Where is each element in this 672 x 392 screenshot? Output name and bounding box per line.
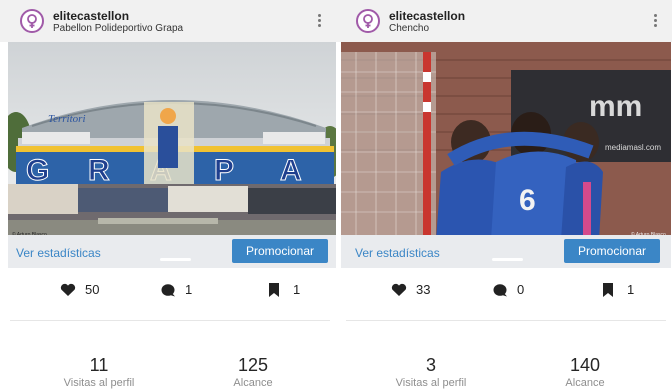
- drag-handle[interactable]: [160, 258, 191, 261]
- saves-count: 1: [268, 282, 300, 297]
- divider: [346, 320, 666, 321]
- view-stats-link[interactable]: Ver estadísticas: [16, 246, 101, 260]
- likes-count: 33: [391, 282, 430, 297]
- profile-visits-label: Visitas al perfil: [395, 377, 467, 389]
- graffiti-letter: R: [88, 154, 110, 187]
- kebab-menu-icon[interactable]: [654, 14, 658, 30]
- engagement-row: 50 1 1: [0, 282, 336, 306]
- reach-metric: 140 Alcance: [530, 354, 640, 390]
- post-photo[interactable]: mm mediamasl.com 6 © Arturo Blasco: [341, 42, 671, 240]
- comments-count: 1: [160, 282, 192, 297]
- graffiti-letter: G: [26, 154, 49, 187]
- post-header: elitecastellon Pabellon Polideportivo Gr…: [0, 0, 336, 42]
- bookmark-icon: [268, 282, 284, 297]
- saves-value: 1: [627, 282, 635, 297]
- post-header: elitecastellon Chencho: [336, 0, 672, 42]
- saves-count: 1: [602, 282, 634, 297]
- jersey-number: 6: [519, 184, 536, 217]
- likes-value: 50: [85, 282, 100, 297]
- comment-bubble-icon: [160, 283, 176, 297]
- post-photo[interactable]: G R A P A Territori © Arturo Blasco: [8, 42, 336, 240]
- comments-value: 1: [185, 282, 193, 297]
- post-location[interactable]: Chencho: [389, 23, 429, 34]
- reach-metric: 125 Alcance: [198, 354, 308, 390]
- reach-value: 125: [237, 355, 269, 375]
- username[interactable]: elitecastellon: [389, 9, 465, 23]
- post-insights-panel: elitecastellon Chencho mm mediamasl.com …: [336, 0, 672, 392]
- venus-symbol-icon: [27, 14, 37, 28]
- engagement-row: 33 0 1: [336, 282, 672, 306]
- heart-icon: [391, 283, 407, 297]
- comments-count: 0: [492, 282, 524, 297]
- likes-count: 50: [60, 282, 99, 297]
- reach-label: Alcance: [565, 377, 605, 389]
- profile-visits-value: 11: [89, 355, 109, 375]
- graffiti-letter: P: [214, 154, 234, 187]
- saves-value: 1: [293, 282, 301, 297]
- banner-logo: mm: [589, 90, 642, 123]
- heart-icon: [60, 283, 76, 297]
- post-insights-panel: elitecastellon Pabellon Polideportivo Gr…: [0, 0, 336, 392]
- promote-button[interactable]: Promocionar: [232, 239, 328, 263]
- profile-visits-label: Visitas al perfil: [63, 377, 135, 389]
- post-location[interactable]: Pabellon Polideportivo Grapa: [53, 23, 183, 34]
- comment-bubble-icon: [492, 283, 508, 297]
- bookmark-icon: [602, 282, 618, 297]
- username[interactable]: elitecastellon: [53, 9, 129, 23]
- photo-small-text: Territori: [48, 113, 86, 125]
- view-stats-link[interactable]: Ver estadísticas: [355, 246, 440, 260]
- profile-visits-metric: 3 Visitas al perfil: [376, 354, 486, 390]
- profile-visits-metric: 11 Visitas al perfil: [44, 354, 154, 390]
- profile-avatar[interactable]: [356, 9, 380, 33]
- profile-avatar[interactable]: [20, 9, 44, 33]
- comments-value: 0: [517, 282, 525, 297]
- kebab-menu-icon[interactable]: [318, 14, 322, 30]
- divider: [10, 320, 330, 321]
- graffiti-letter: A: [280, 154, 302, 187]
- reach-label: Alcance: [233, 377, 273, 389]
- profile-visits-value: 3: [425, 355, 436, 375]
- likes-value: 33: [416, 282, 431, 297]
- drag-handle[interactable]: [492, 258, 523, 261]
- venus-symbol-icon: [363, 14, 373, 28]
- banner-text: mediamasl.com: [605, 143, 661, 152]
- promote-button[interactable]: Promocionar: [564, 239, 660, 263]
- reach-value: 140: [569, 355, 601, 375]
